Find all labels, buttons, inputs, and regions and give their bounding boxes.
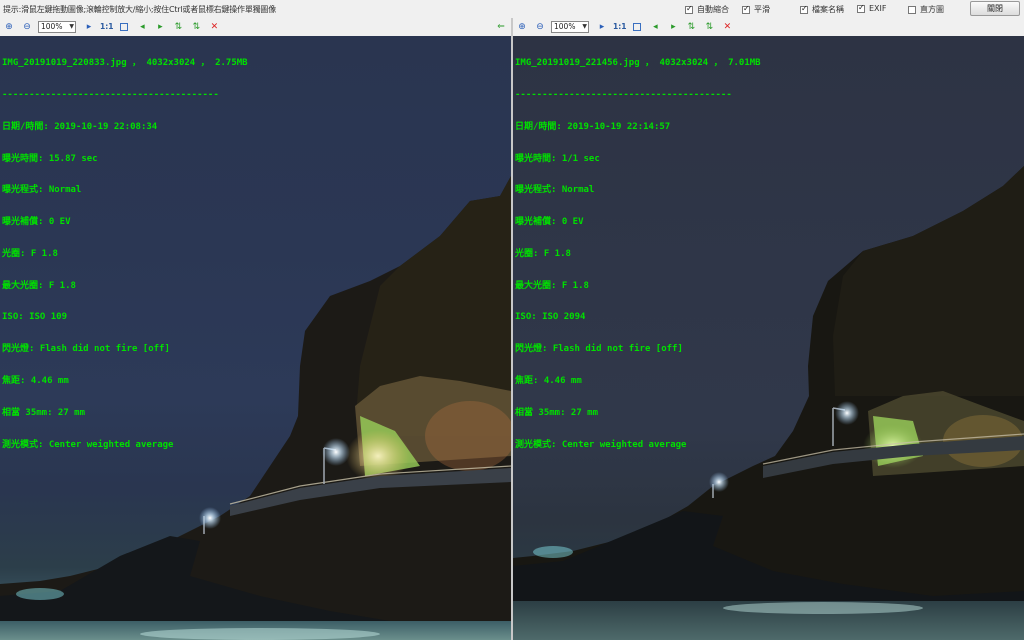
- exif-flash: 閃光燈: Flash did not fire [off]: [515, 344, 683, 355]
- exif-aperture: 光圈: F 1.8: [2, 248, 58, 259]
- right-image-panel[interactable]: IMG_20191019_221456.jpg ， 4032x3024 ， 7.…: [513, 36, 1024, 640]
- rotate-right-icon[interactable]: ▸: [154, 21, 166, 33]
- exif-exposure-bias: 曝光補償: 0 EV: [2, 217, 71, 228]
- checkbox-exif[interactable]: [857, 3, 865, 13]
- fit-window-icon[interactable]: [118, 21, 130, 33]
- exif-metering: 測光模式: Center weighted average: [515, 439, 687, 450]
- close-image-icon[interactable]: ✕: [208, 21, 220, 33]
- right-toolbar: ⊕ ⊖ 100% ▼ ▸ 1:1 ◂ ▸ ⇅ ⇅ ✕: [513, 18, 1024, 35]
- close-button[interactable]: 關閉: [970, 1, 1020, 16]
- exif-divider: ----------------------------------------: [515, 89, 732, 100]
- checkbox-histogram[interactable]: [908, 5, 916, 14]
- exif-overlay-right: IMG_20191019_221456.jpg ， 4032x3024 ， 7.…: [515, 37, 761, 471]
- zoom-in-icon[interactable]: ⊕: [516, 21, 528, 33]
- link-arrow-icon[interactable]: ⇐: [495, 21, 507, 33]
- exif-aperture: 光圈: F 1.8: [515, 248, 571, 259]
- option-filename[interactable]: 檔案名稱: [800, 4, 844, 15]
- actual-size-button[interactable]: 1:1: [100, 22, 113, 31]
- exif-flash: 閃光燈: Flash did not fire [off]: [2, 344, 170, 355]
- left-image-panel[interactable]: IMG_20191019_220833.jpg ， 4032x3024 ， 2.…: [0, 36, 511, 640]
- exif-focal-length: 焦距: 4.46 mm: [2, 376, 69, 386]
- exif-exposure-time: 曝光時間: 15.87 sec: [2, 153, 98, 164]
- exif-iso: ISO: ISO 109: [2, 312, 68, 323]
- close-image-icon[interactable]: ✕: [721, 21, 733, 33]
- exif-focal-35mm: 相當 35mm: 27 mm: [515, 407, 599, 418]
- exif-datetime: 日期/時間: 2019-10-19 22:14:57: [515, 121, 671, 132]
- option-auto-fit[interactable]: 自動縮合: [685, 4, 729, 15]
- exif-exposure-bias: 曝光補償: 0 EV: [515, 217, 584, 228]
- exif-exposure-program: 曝光程式: Normal: [2, 185, 82, 196]
- checkbox-filename[interactable]: [800, 4, 808, 14]
- fit-window-icon[interactable]: [631, 21, 643, 33]
- rotate-right-icon[interactable]: ▸: [667, 21, 679, 33]
- left-toolbar: ⊕ ⊖ 100% ▼ ▸ 1:1 ◂ ▸ ⇅ ⇅ ✕ ⇐: [0, 18, 511, 35]
- checkbox-auto-fit[interactable]: [685, 4, 693, 14]
- zoom-select[interactable]: 100% ▼: [551, 20, 589, 33]
- zoom-out-icon[interactable]: ⊖: [21, 21, 33, 33]
- zoom-in-icon[interactable]: ⊕: [3, 21, 15, 33]
- exif-max-aperture: 最大光圈: F 1.8: [2, 280, 76, 291]
- swap-icon[interactable]: ⇅: [703, 21, 715, 33]
- rotate-left-icon[interactable]: ◂: [136, 21, 148, 33]
- sync-icon[interactable]: ⇅: [172, 21, 184, 33]
- exif-overlay-left: IMG_20191019_220833.jpg ， 4032x3024 ， 2.…: [2, 37, 248, 471]
- exif-datetime: 日期/時間: 2019-10-19 22:08:34: [2, 121, 158, 132]
- exif-focal-35mm: 相當 35mm: 27 mm: [2, 407, 86, 418]
- exif-focal-length: 焦距: 4.46 mm: [515, 376, 582, 386]
- exif-exposure-program: 曝光程式: Normal: [515, 185, 595, 196]
- option-histogram[interactable]: 直方圖: [908, 4, 944, 15]
- swap-icon[interactable]: ⇅: [190, 21, 202, 33]
- exif-max-aperture: 最大光圈: F 1.8: [515, 280, 589, 291]
- exif-divider: ----------------------------------------: [2, 89, 219, 100]
- checkbox-smooth[interactable]: [742, 4, 750, 14]
- exif-exposure-time: 曝光時間: 1/1 sec: [515, 153, 600, 164]
- file-info: IMG_20191019_220833.jpg ， 4032x3024 ， 2.…: [2, 58, 248, 69]
- chevron-down-icon: ▼: [582, 23, 587, 30]
- fit-width-icon[interactable]: ▸: [596, 21, 608, 33]
- file-info: IMG_20191019_221456.jpg ， 4032x3024 ， 7.…: [515, 58, 761, 69]
- actual-size-button[interactable]: 1:1: [613, 22, 626, 31]
- rotate-left-icon[interactable]: ◂: [649, 21, 661, 33]
- chevron-down-icon: ▼: [69, 23, 74, 30]
- zoom-out-icon[interactable]: ⊖: [534, 21, 546, 33]
- usage-hint: 提示:滑鼠左鍵拖動圖像;滾輪控制放大/縮小;按住Ctrl或者鼠標右鍵操作單獨圖像: [3, 5, 277, 14]
- fit-width-icon[interactable]: ▸: [83, 21, 95, 33]
- top-bar: 提示:滑鼠左鍵拖動圖像;滾輪控制放大/縮小;按住Ctrl或者鼠標右鍵操作單獨圖像…: [0, 0, 1024, 18]
- exif-iso: ISO: ISO 2094: [515, 312, 586, 323]
- zoom-select[interactable]: 100% ▼: [38, 20, 76, 33]
- option-exif[interactable]: EXIF: [857, 3, 887, 13]
- exif-metering: 測光模式: Center weighted average: [2, 439, 174, 450]
- sync-icon[interactable]: ⇅: [685, 21, 697, 33]
- option-smooth[interactable]: 平滑: [742, 4, 770, 15]
